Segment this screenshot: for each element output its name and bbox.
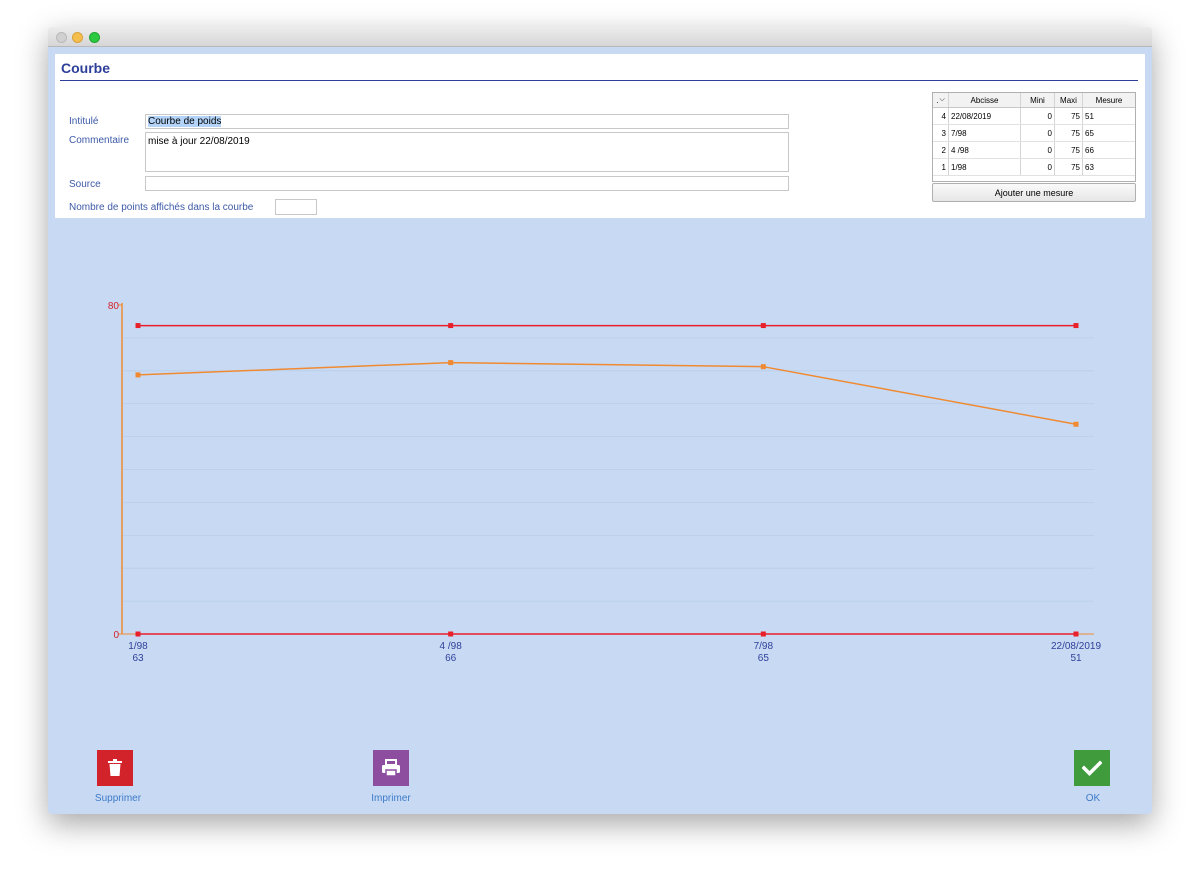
x-value-label: 51 xyxy=(1070,653,1082,664)
x-tick-label: 1/98 xyxy=(128,641,148,652)
data-point xyxy=(135,631,141,637)
data-point xyxy=(135,372,141,378)
series-line-1 xyxy=(137,361,1077,426)
print-button[interactable] xyxy=(373,750,409,786)
printer-icon xyxy=(382,759,400,777)
x-value-label: 66 xyxy=(445,653,457,664)
delete-label: Supprimer xyxy=(94,793,142,804)
data-point xyxy=(760,364,766,370)
x-tick-label: 4 /98 xyxy=(440,641,463,652)
x-value-label: 65 xyxy=(758,653,770,664)
x-tick-label: 22/08/2019 xyxy=(1051,641,1101,652)
y-tick-label-min: 0 xyxy=(113,630,119,641)
trash-icon xyxy=(108,759,122,776)
data-point xyxy=(1073,421,1079,427)
data-point xyxy=(1073,323,1079,329)
weight-curve-chart: 0 80 1/9863 4 /9866 7/9865 22/08/201951 xyxy=(108,301,1102,664)
data-point xyxy=(448,323,454,329)
ok-label: OK xyxy=(1085,793,1101,804)
data-point xyxy=(135,323,141,329)
data-point xyxy=(760,323,766,329)
x-tick-label: 7/98 xyxy=(754,641,774,652)
checkmark-icon xyxy=(1082,760,1102,776)
ok-button[interactable] xyxy=(1074,750,1110,786)
data-point xyxy=(760,631,766,637)
data-point xyxy=(1073,631,1079,637)
app-window: Courbe Intitulé Courbe de poids Commenta… xyxy=(48,27,1152,814)
delete-button[interactable] xyxy=(97,750,133,786)
y-tick-label-max: 80 xyxy=(108,301,120,312)
data-point xyxy=(448,631,454,637)
x-value-label: 63 xyxy=(132,653,144,664)
data-point xyxy=(448,360,454,366)
print-label: Imprimer xyxy=(371,793,411,804)
